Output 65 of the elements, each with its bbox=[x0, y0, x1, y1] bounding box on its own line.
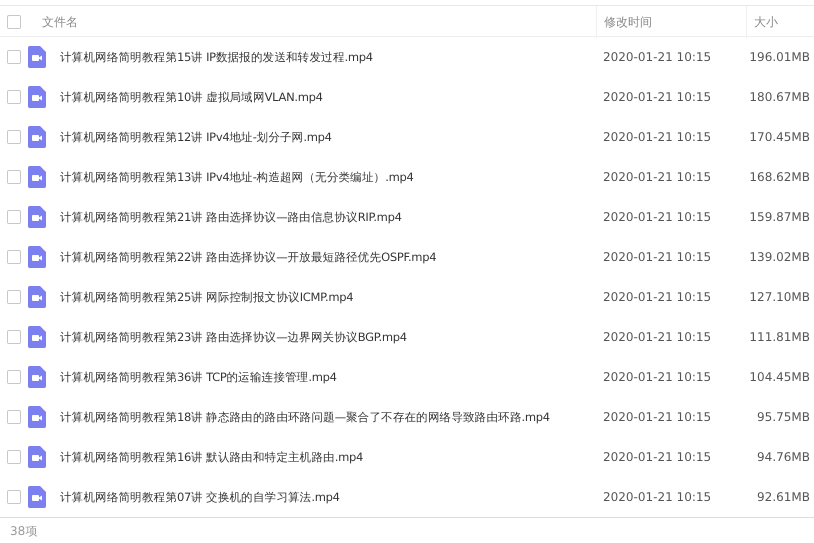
file-size: 95.75MB bbox=[756, 410, 811, 424]
row-checkbox[interactable] bbox=[7, 250, 21, 264]
row-checkbox[interactable] bbox=[7, 330, 21, 344]
row-checkbox[interactable] bbox=[7, 50, 21, 64]
video-file-icon bbox=[28, 86, 46, 108]
file-name[interactable]: 计算机网络简明教程第13讲 IPv4地址-构造超网（无分类编址）.mp4 bbox=[60, 170, 596, 184]
modified-time: 2020-01-21 10:15 bbox=[602, 330, 712, 344]
row-checkbox[interactable] bbox=[7, 290, 21, 304]
video-file-icon bbox=[28, 406, 46, 428]
file-name[interactable]: 计算机网络简明教程第36讲 TCP的运输连接管理.mp4 bbox=[60, 370, 596, 384]
file-size: 139.02MB bbox=[748, 250, 811, 264]
modified-time: 2020-01-21 10:15 bbox=[602, 90, 712, 104]
modified-time: 2020-01-21 10:15 bbox=[602, 170, 712, 184]
item-count: 38项 bbox=[9, 522, 38, 540]
file-size: 127.10MB bbox=[748, 290, 811, 304]
video-file-icon bbox=[28, 366, 46, 388]
video-file-icon bbox=[28, 46, 46, 68]
file-size: 159.87MB bbox=[748, 210, 811, 224]
file-size: 196.01MB bbox=[748, 50, 811, 64]
row-checkbox[interactable] bbox=[7, 410, 21, 424]
file-name[interactable]: 计算机网络简明教程第07讲 交换机的自学习算法.mp4 bbox=[60, 490, 596, 504]
file-size: 180.67MB bbox=[748, 90, 811, 104]
video-file-icon bbox=[28, 206, 46, 228]
file-size: 94.76MB bbox=[756, 450, 811, 464]
file-name[interactable]: 计算机网络简明教程第16讲 默认路由和特定主机路由.mp4 bbox=[60, 450, 596, 464]
video-file-icon bbox=[28, 166, 46, 188]
column-header[interactable]: 修改时间 bbox=[596, 6, 746, 38]
video-file-icon bbox=[28, 286, 46, 308]
file-name[interactable]: 计算机网络简明教程第21讲 路由选择协议—路由信息协议RIP.mp4 bbox=[60, 210, 596, 224]
video-file-icon bbox=[28, 126, 46, 148]
file-name[interactable]: 计算机网络简明教程第23讲 路由选择协议—边界网关协议BGP.mp4 bbox=[60, 330, 596, 344]
file-size: 104.45MB bbox=[748, 370, 811, 384]
row-checkbox[interactable] bbox=[7, 130, 21, 144]
video-file-icon bbox=[28, 246, 46, 268]
select-all-checkbox[interactable] bbox=[7, 15, 21, 29]
file-size: 111.81MB bbox=[748, 330, 811, 344]
modified-time: 2020-01-21 10:15 bbox=[602, 490, 712, 504]
row-checkbox[interactable] bbox=[7, 450, 21, 464]
modified-time: 2020-01-21 10:15 bbox=[602, 450, 712, 464]
modified-time: 2020-01-21 10:15 bbox=[602, 290, 712, 304]
file-size: 92.61MB bbox=[756, 490, 811, 504]
video-file-icon bbox=[28, 326, 46, 348]
file-name[interactable]: 计算机网络简明教程第15讲 IP数据报的发送和转发过程.mp4 bbox=[60, 50, 596, 64]
row-checkbox[interactable] bbox=[7, 370, 21, 384]
column-header[interactable]: 文件名 bbox=[35, 6, 596, 38]
file-name[interactable]: 计算机网络简明教程第22讲 路由选择协议—开放最短路径优先OSPF.mp4 bbox=[60, 250, 596, 264]
modified-time: 2020-01-21 10:15 bbox=[602, 410, 712, 424]
row-checkbox[interactable] bbox=[7, 170, 21, 184]
row-checkbox[interactable] bbox=[7, 90, 21, 104]
row-checkbox[interactable] bbox=[7, 210, 21, 224]
video-file-icon bbox=[28, 486, 46, 508]
column-header[interactable]: 大小 bbox=[746, 6, 814, 38]
file-name[interactable]: 计算机网络简明教程第10讲 虚拟局域网VLAN.mp4 bbox=[60, 90, 596, 104]
modified-time: 2020-01-21 10:15 bbox=[602, 50, 712, 64]
modified-time: 2020-01-21 10:15 bbox=[602, 370, 712, 384]
row-checkbox[interactable] bbox=[7, 490, 21, 504]
modified-time: 2020-01-21 10:15 bbox=[602, 130, 712, 144]
modified-time: 2020-01-21 10:15 bbox=[602, 250, 712, 264]
modified-time: 2020-01-21 10:15 bbox=[602, 210, 712, 224]
file-name[interactable]: 计算机网络简明教程第18讲 静态路由的路由环路问题—聚合了不存在的网络导致路由环路.mp4 bbox=[60, 410, 596, 424]
video-file-icon bbox=[28, 446, 46, 468]
file-size: 168.62MB bbox=[748, 170, 811, 184]
file-name[interactable]: 计算机网络简明教程第12讲 IPv4地址-划分子网.mp4 bbox=[60, 130, 596, 144]
file-name[interactable]: 计算机网络简明教程第25讲 网际控制报文协议ICMP.mp4 bbox=[60, 290, 596, 304]
file-size: 170.45MB bbox=[748, 130, 811, 144]
